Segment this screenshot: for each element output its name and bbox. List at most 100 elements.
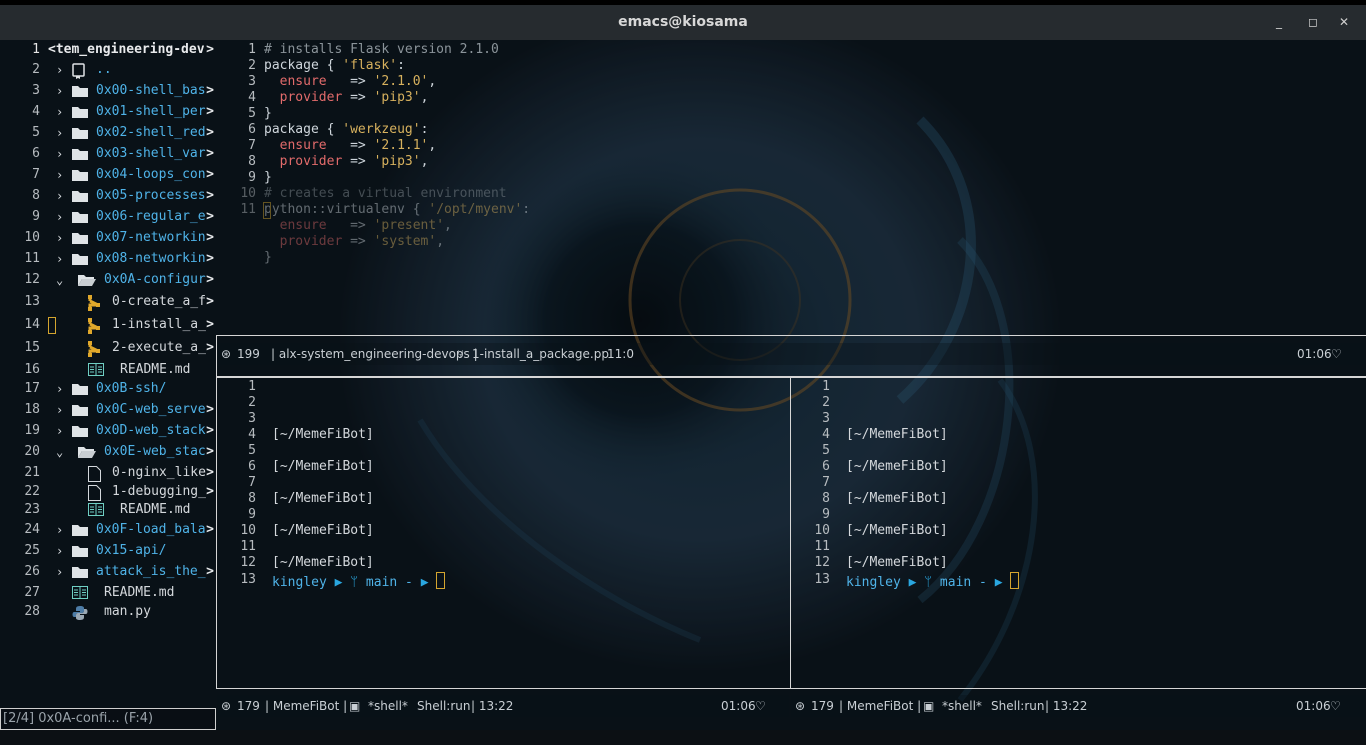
- chevron-right-icon[interactable]: ›: [56, 382, 66, 396]
- folder-open-icon: [78, 445, 96, 459]
- folder-icon: [72, 189, 88, 203]
- tree-row[interactable]: 8 › 0x05-processes >: [0, 186, 216, 207]
- line-number: 28: [24, 604, 40, 619]
- chevron-right-icon[interactable]: ›: [56, 252, 66, 266]
- tree-item-name: 0x0B-ssh/: [96, 381, 167, 396]
- chevron-right-icon[interactable]: ›: [56, 63, 66, 77]
- terminal-icon: ▣: [923, 699, 935, 713]
- chevron-right-icon[interactable]: ›: [56, 231, 66, 245]
- chevron-right-icon[interactable]: ›: [56, 210, 66, 224]
- tree-row[interactable]: 18 › 0x0C-web_serve >: [0, 400, 216, 421]
- tree-row[interactable]: 13 0-create_a_f >: [0, 292, 216, 313]
- line-number: 5: [248, 106, 256, 121]
- line-number: 16: [24, 362, 40, 377]
- chevron-right-icon[interactable]: ›: [56, 168, 66, 182]
- git-icon: ⊛: [221, 347, 232, 361]
- clock: 01:06: [721, 699, 756, 713]
- tree-row[interactable]: 7 › 0x04-loops_con >: [0, 165, 216, 186]
- major-mode: Shell:run: [991, 699, 1045, 713]
- truncation-marker: >: [206, 444, 214, 459]
- line-number: 7: [32, 167, 40, 182]
- tree-row[interactable]: 4 › 0x01-shell_per >: [0, 102, 216, 123]
- tree-row[interactable]: 21 0-nginx_like >: [0, 463, 216, 484]
- line-number: 11: [24, 251, 40, 266]
- tree-row[interactable]: 2 ›..: [0, 60, 216, 81]
- line-number: 6: [248, 459, 256, 474]
- chevron-right-icon[interactable]: ›: [56, 424, 66, 438]
- tree-row[interactable]: 5 › 0x02-shell_red >: [0, 123, 216, 144]
- chevron-right-icon[interactable]: ›: [56, 523, 66, 537]
- line-number: 1: [248, 379, 256, 394]
- tree-row[interactable]: 11 › 0x08-networkin >: [0, 249, 216, 270]
- chevron-down-icon[interactable]: ⌄: [56, 273, 66, 287]
- tree-row[interactable]: 6 › 0x03-shell_var >: [0, 144, 216, 165]
- line-number: 4: [822, 427, 830, 442]
- code-text: python::virtualenv { '/opt/myenv':: [264, 202, 531, 217]
- line-number: 7: [248, 475, 256, 490]
- chevron-right-icon[interactable]: ›: [56, 105, 66, 119]
- line-number: 24: [24, 522, 40, 537]
- cursor: [1010, 572, 1020, 589]
- close-icon[interactable]: ✕: [1339, 15, 1349, 29]
- tree-item-name: ..: [96, 62, 112, 77]
- tree-row[interactable]: 9 › 0x06-regular_e >: [0, 207, 216, 228]
- tree-item-name: 0x04-loops_con: [96, 167, 206, 182]
- chevron-right-icon[interactable]: ›: [56, 126, 66, 140]
- major-mode: Shell:run: [417, 699, 471, 713]
- tree-row[interactable]: 25 › 0x15-api/: [0, 541, 216, 562]
- chevron-right-icon[interactable]: ›: [56, 189, 66, 203]
- line-number: 6: [32, 146, 40, 161]
- line-number: 10: [24, 230, 40, 245]
- shell-pane-left[interactable]: 1 2 3 4 [~/MemeFiBot] 5 6 [~/MemeFiBot] 7 8 [~/Mem…: [216, 377, 789, 687]
- shell-output: [~/MemeFiBot]: [272, 459, 374, 474]
- line-number: 5: [248, 443, 256, 458]
- tree-row[interactable]: 17 › 0x0B-ssh/: [0, 379, 216, 400]
- chevron-right-icon[interactable]: ›: [56, 147, 66, 161]
- chevron-right-icon[interactable]: ›: [56, 403, 66, 417]
- tree-row[interactable]: 27 README.md: [0, 583, 216, 604]
- folder-icon: [72, 252, 88, 266]
- truncation-marker: >: [206, 209, 214, 224]
- tree-item-name: <tem_engineering-dev: [48, 42, 205, 57]
- chevron-down-icon[interactable]: ⌄: [56, 445, 66, 459]
- tree-row[interactable]: 26 › attack_is_the_ >: [0, 562, 216, 583]
- shell-output: [~/MemeFiBot]: [846, 491, 948, 506]
- file-tree-sidebar[interactable]: 1 <tem_engineering-dev >2 ›.. 3 › 0x00-shell_b…: [0, 40, 216, 708]
- shell-pane-right[interactable]: 1 2 3 4 [~/MemeFiBot] 5 6 [~/MemeFiBot] 7 8 [~/Mem…: [790, 377, 1365, 687]
- tree-row[interactable]: 28 man.py: [0, 602, 216, 623]
- folder-icon: [72, 382, 88, 396]
- folder-icon: [72, 84, 88, 98]
- git-branch-icon: ᛘ: [350, 575, 366, 590]
- tree-row[interactable]: 19 › 0x0D-web_stack >: [0, 421, 216, 442]
- line-number: 8: [822, 491, 830, 506]
- shell-name: *shell*: [942, 699, 982, 713]
- minimize-icon[interactable]: _: [1276, 15, 1282, 29]
- tree-row[interactable]: 3 › 0x00-shell_bas >: [0, 81, 216, 102]
- line-number: 14: [24, 317, 40, 332]
- tree-row[interactable]: 20 ⌄ 0x0E-web_stac >: [0, 442, 216, 463]
- tree-item-name: 2-execute_a_: [112, 340, 206, 355]
- chevron-right-icon[interactable]: ›: [56, 84, 66, 98]
- code-text: ensure => 'present',: [279, 218, 452, 233]
- tree-row[interactable]: 16 README.md: [0, 360, 216, 381]
- chevron-right-icon[interactable]: ›: [56, 565, 66, 579]
- folder-icon: [72, 105, 88, 119]
- tree-row[interactable]: 14 1-install_a_ >: [0, 315, 216, 336]
- tree-row[interactable]: 15 2-execute_a_ >: [0, 338, 216, 359]
- minibuffer-text: [2/4] 0x0A-confi... (F:4): [3, 711, 154, 726]
- prompt-branch: main -: [365, 575, 413, 590]
- code-text: }: [264, 170, 272, 185]
- tree-row[interactable]: 10 › 0x07-networkin >: [0, 228, 216, 249]
- maximize-icon[interactable]: ◻: [1308, 15, 1318, 29]
- tree-row[interactable]: 1 <tem_engineering-dev >: [0, 40, 216, 61]
- cursor: [263, 202, 271, 219]
- code-text: provider => 'pip3',: [279, 90, 429, 105]
- tree-row[interactable]: 12 ⌄ 0x0A-configur >: [0, 270, 216, 291]
- code-editor[interactable]: 1 # installs Flask version 2.1.0 2 package …: [216, 40, 1366, 335]
- chevron-right-icon[interactable]: ›: [56, 544, 66, 558]
- tree-row[interactable]: 23 README.md: [0, 500, 216, 521]
- line-number: 22: [24, 484, 40, 499]
- minibuffer[interactable]: [2/4] 0x0A-confi... (F:4): [0, 708, 216, 730]
- line-number: 10: [240, 186, 256, 201]
- tree-row[interactable]: 24 › 0x0F-load_bala >: [0, 520, 216, 541]
